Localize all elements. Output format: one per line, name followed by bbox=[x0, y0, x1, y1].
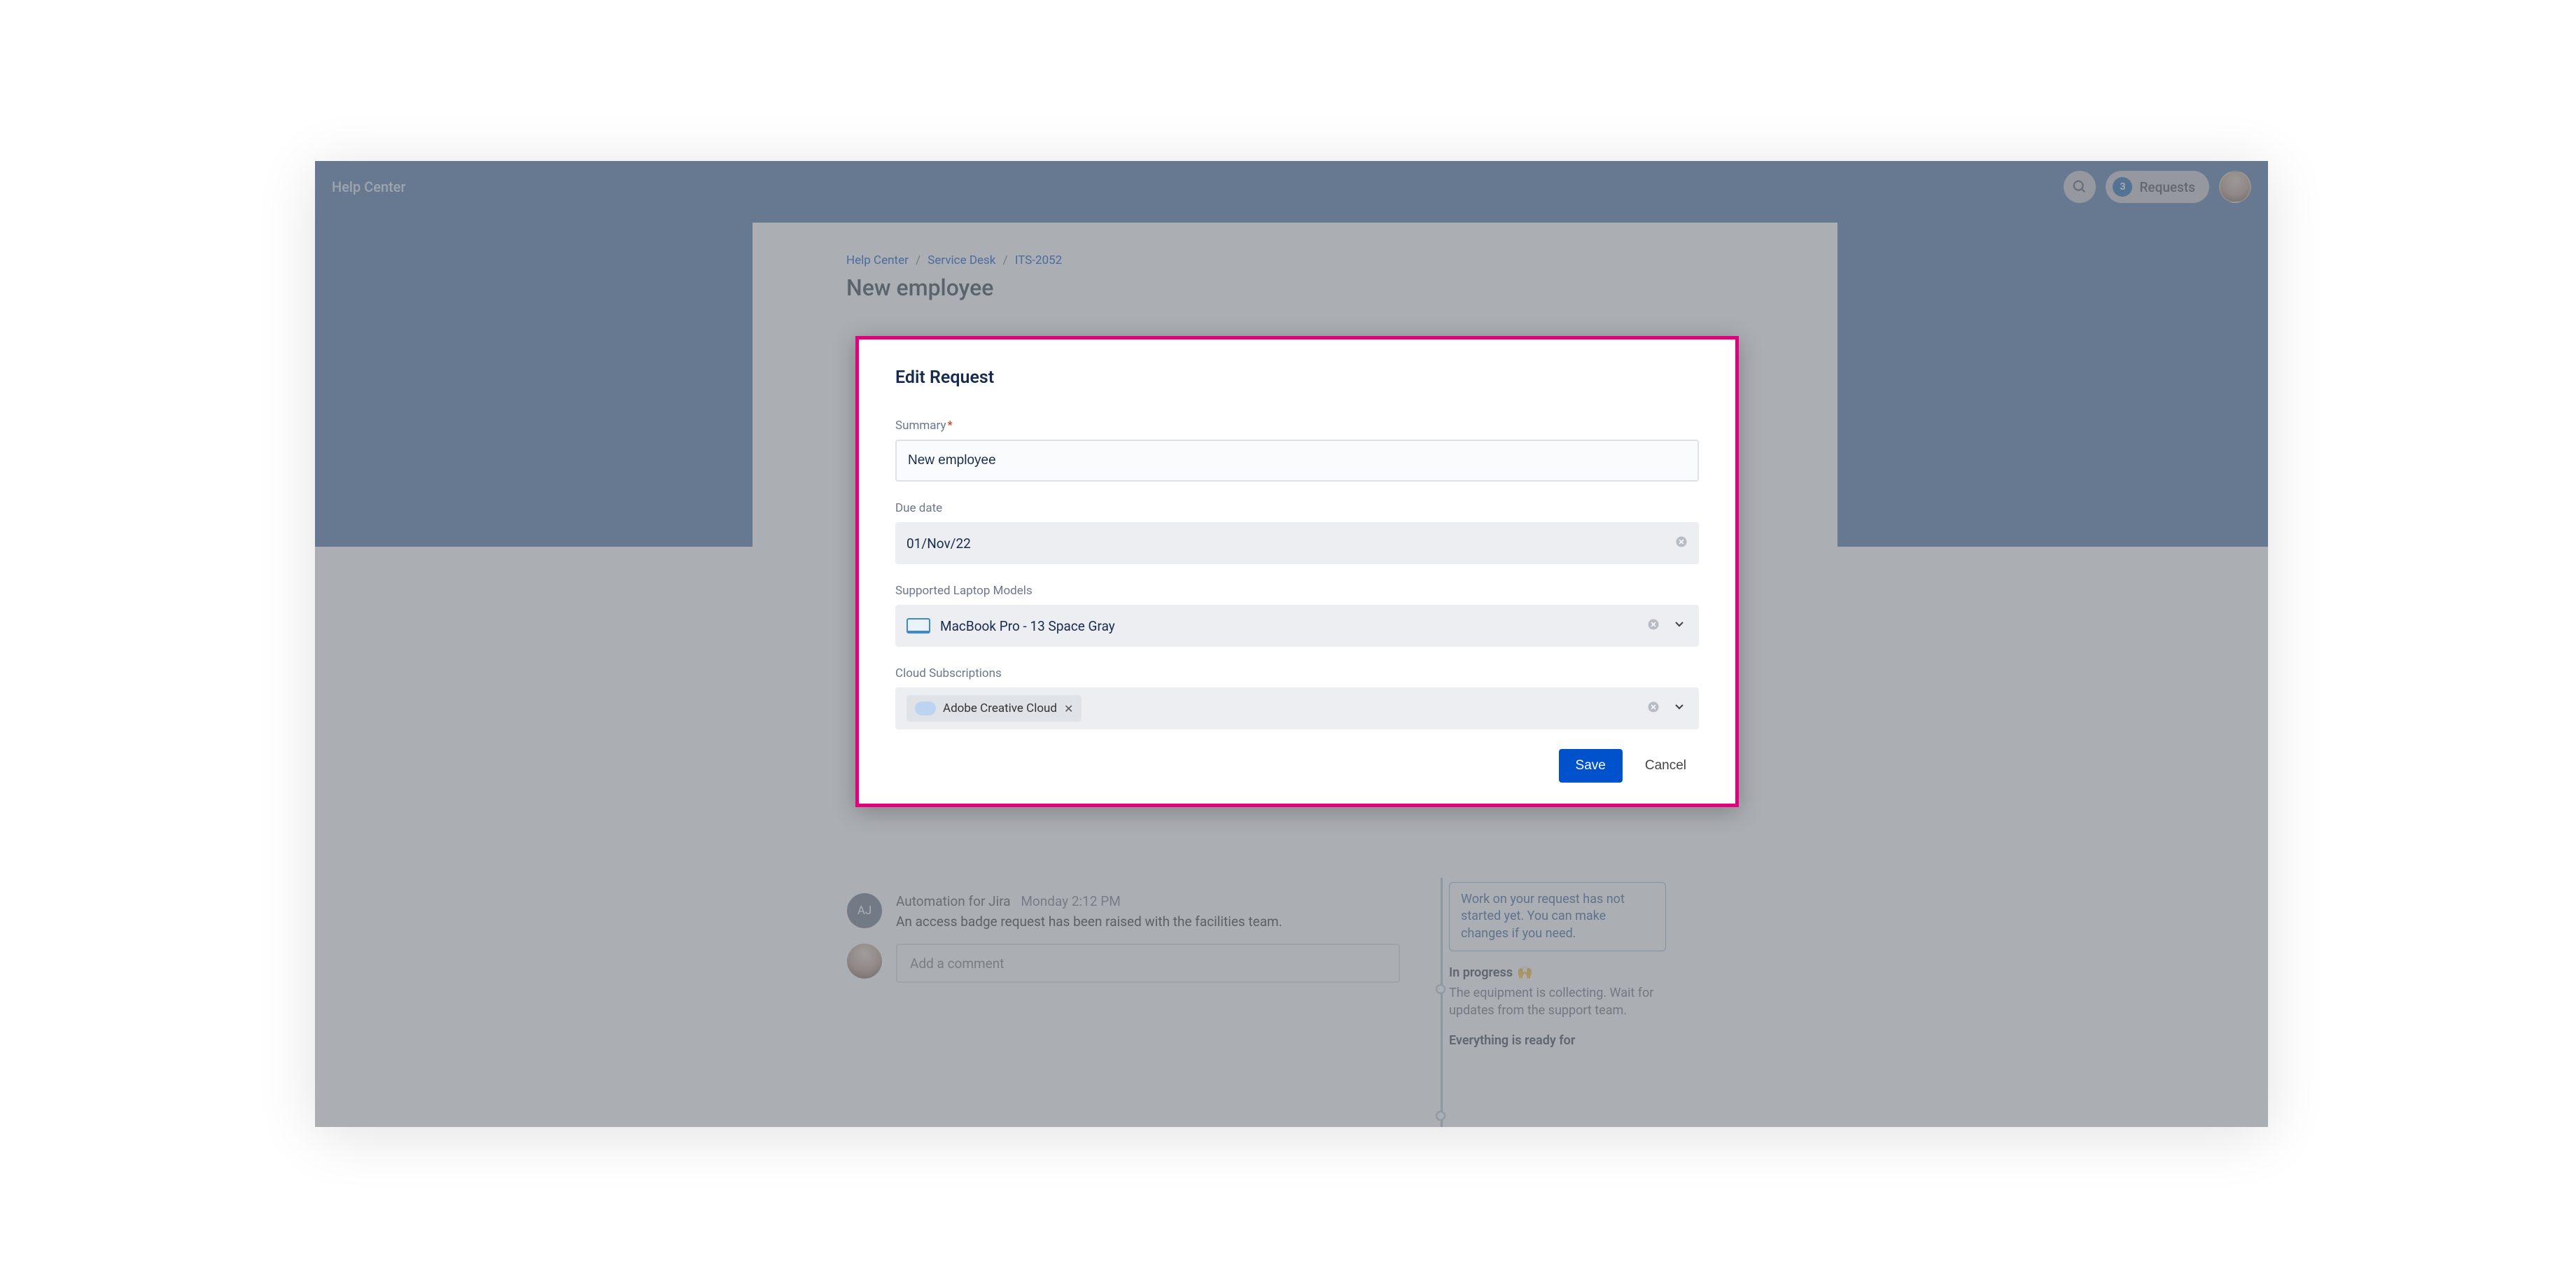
summary-label: Summary bbox=[895, 419, 946, 433]
modal-title: Edit Request bbox=[895, 368, 1699, 388]
edit-request-modal: Edit Request Summary* Due date 01/Nov/22… bbox=[855, 336, 1739, 807]
required-asterisk: * bbox=[947, 419, 952, 433]
laptop-label: Supported Laptop Models bbox=[895, 584, 1699, 598]
clear-icon[interactable] bbox=[1647, 617, 1660, 634]
field-laptop-models: Supported Laptop Models MacBook Pro - 13… bbox=[895, 584, 1699, 647]
field-cloud-subscriptions: Cloud Subscriptions Adobe Creative Cloud… bbox=[895, 666, 1699, 729]
due-date-value: 01/Nov/22 bbox=[906, 536, 971, 552]
cloud-select[interactable]: Adobe Creative Cloud ✕ bbox=[895, 687, 1699, 729]
cloud-tag-label: Adobe Creative Cloud bbox=[943, 701, 1057, 715]
save-button[interactable]: Save bbox=[1559, 749, 1623, 783]
laptop-value: MacBook Pro - 13 Space Gray bbox=[940, 618, 1115, 634]
chevron-down-icon[interactable] bbox=[1672, 700, 1686, 718]
chevron-down-icon[interactable] bbox=[1672, 617, 1686, 635]
clear-icon[interactable] bbox=[1647, 700, 1660, 717]
clear-icon[interactable] bbox=[1675, 535, 1688, 552]
cancel-button[interactable]: Cancel bbox=[1632, 749, 1699, 783]
due-date-label: Due date bbox=[895, 501, 1699, 515]
field-summary: Summary* bbox=[895, 419, 1699, 482]
due-date-input[interactable]: 01/Nov/22 bbox=[895, 522, 1699, 564]
cloud-icon bbox=[915, 701, 936, 715]
cloud-label: Cloud Subscriptions bbox=[895, 666, 1699, 680]
field-due-date: Due date 01/Nov/22 bbox=[895, 501, 1699, 564]
modal-footer: Save Cancel bbox=[895, 749, 1699, 783]
cloud-tag: Adobe Creative Cloud ✕ bbox=[906, 695, 1082, 722]
summary-input[interactable] bbox=[895, 440, 1699, 482]
app-window: Help Center 3 Requests Help Center / Ser… bbox=[315, 161, 2268, 1127]
remove-tag-icon[interactable]: ✕ bbox=[1064, 702, 1073, 715]
laptop-icon bbox=[906, 618, 930, 634]
laptop-select[interactable]: MacBook Pro - 13 Space Gray bbox=[895, 605, 1699, 647]
